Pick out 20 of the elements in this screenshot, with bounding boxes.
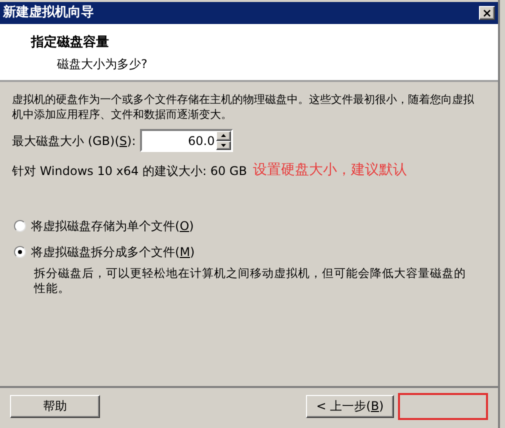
radio-button[interactable] [14,246,26,258]
option-label[interactable]: 将虚拟磁盘拆分成多个文件(M) [31,243,195,261]
help-button[interactable]: 帮助 [10,394,100,418]
up-arrow-icon [220,134,226,138]
spin-up-button[interactable] [216,131,231,140]
page-subtitle: 磁盘大小为多少? [56,56,148,72]
page-title: 指定磁盘容量 [31,34,110,52]
disk-size-spinner[interactable]: 60.0 [140,129,233,152]
down-arrow-icon [220,144,226,147]
disk-size-label: 最大磁盘大小 (GB)(S): [12,132,136,150]
option-label[interactable]: 将虚拟磁盘存储为单个文件(O) [31,217,194,235]
back-button[interactable]: < 上一步(B) [306,394,394,418]
recommendation-text: 针对 Windows 10 x64 的建议大小: 60 GB [12,162,247,180]
highlighted-button[interactable] [398,392,488,420]
window-title: 新建虚拟机向导 [3,4,94,22]
annotation-text: 设置硬盘大小，建议默认 [252,161,407,180]
description-text: 虚拟机的硬盘作为一个或多个文件存储在主机的物理磁盘中。这些文件最初很小，随着您向虚拟机中添加应用程序、文件和数据而逐渐变大。 [12,92,475,122]
option-note: 拆分磁盘后，可以更轻松地在计算机之间移动虚拟机，但可能会降低大容量磁盘的性能。 [32,266,467,296]
radio-button[interactable] [14,220,26,232]
close-button[interactable]: × [479,6,495,20]
